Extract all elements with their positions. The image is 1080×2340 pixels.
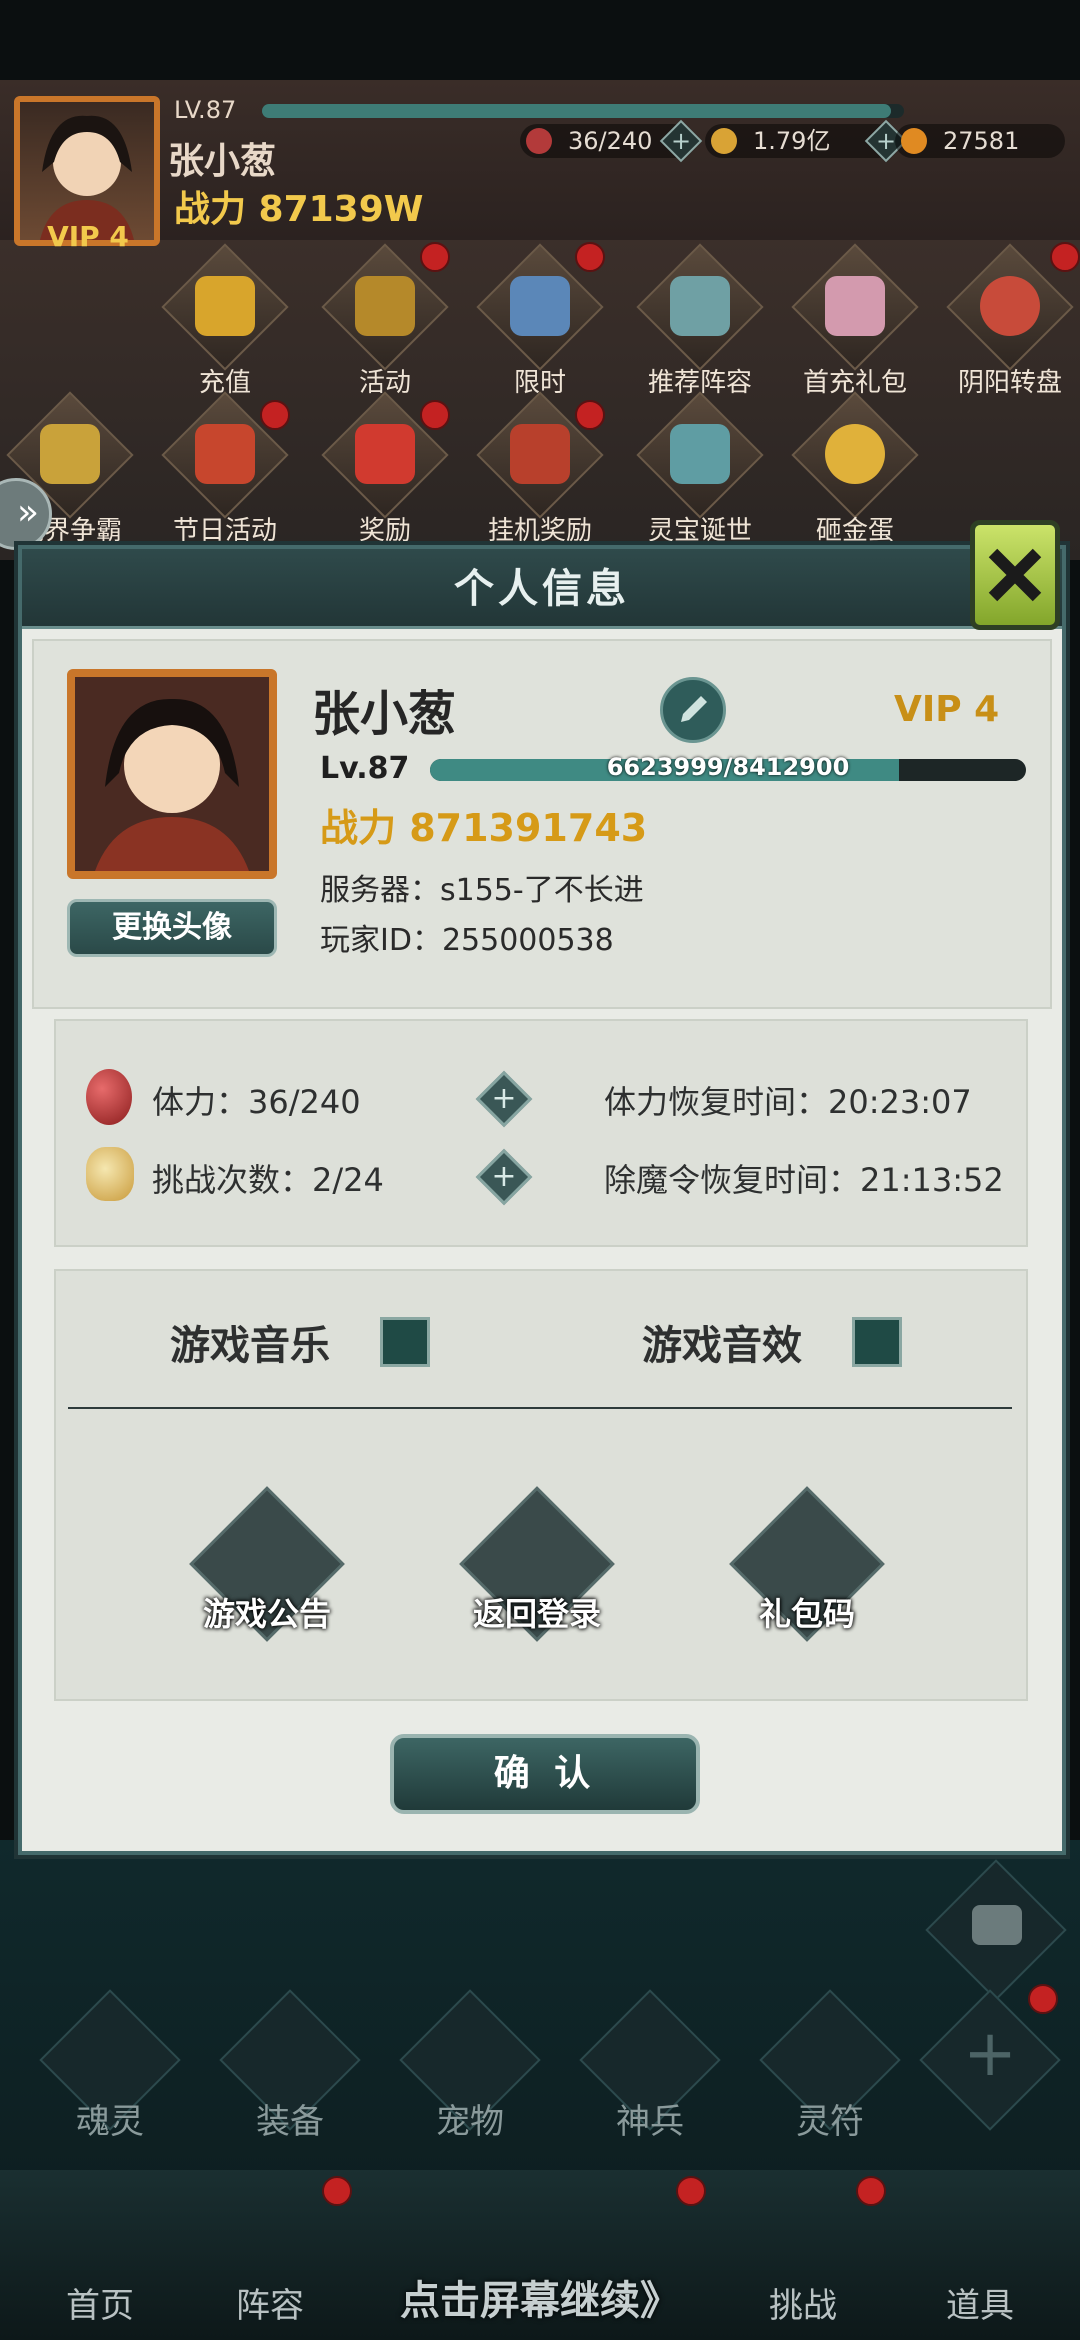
activity-first-charge[interactable]: 首充礼包	[791, 243, 919, 412]
activity-label: 灵宝诞世	[647, 516, 752, 546]
notification-dot	[322, 2176, 352, 2206]
profile-player-id: 玩家ID：255000538	[320, 923, 614, 958]
tap-to-continue-hint[interactable]: 点击屏幕继续》	[0, 2268, 1080, 2326]
gold-resource: 1.79亿 +	[705, 119, 908, 163]
sfx-label: 游戏音效	[642, 1323, 802, 1369]
stamina-section	[54, 1019, 1028, 1247]
sfx-toggle[interactable]	[852, 1317, 902, 1367]
confirm-button[interactable]: 确 认	[390, 1734, 700, 1814]
nav-equipment-label: 装备	[256, 2102, 324, 2142]
profile-server: 服务器：s155-了不长进	[320, 873, 644, 908]
stamina-recover-time: 体力恢复时间：20:23:07	[604, 1083, 972, 1121]
activity-rewards[interactable]: 奖励	[321, 391, 450, 560]
notification-dot	[260, 400, 290, 430]
token-recover-time: 除魔令恢复时间：21:13:52	[604, 1161, 1004, 1199]
activity-festival[interactable]: 节日活动	[161, 391, 290, 560]
close-icon	[988, 548, 1042, 602]
gold-coin-icon	[711, 128, 737, 154]
notification-dot	[420, 400, 450, 430]
activity-spirit-treasure[interactable]: 灵宝诞世	[636, 391, 764, 560]
change-avatar-button[interactable]: 更换头像	[67, 899, 277, 957]
notification-dot	[856, 2176, 886, 2206]
notification-dot	[420, 242, 450, 272]
profile-power: 战力 871391743	[320, 806, 648, 850]
return-login-label: 返回登录	[472, 1595, 601, 1633]
music-toggle[interactable]	[380, 1317, 430, 1367]
ingot-icon	[901, 128, 927, 154]
stamina-count: 体力：36/240	[152, 1083, 361, 1121]
activity-limited[interactable]: 限时	[476, 242, 605, 412]
header-player-name: 张小葱	[168, 141, 277, 182]
divider	[68, 1407, 1012, 1409]
activity-recommend-lineup[interactable]: 推荐阵容	[636, 243, 764, 412]
activity-label: 阴阳转盘	[957, 368, 1062, 398]
stamina-orb-icon	[86, 1069, 132, 1125]
gift-code-label: 礼包码	[758, 1595, 855, 1633]
activity-label: 砸金蛋	[815, 516, 894, 546]
music-label: 游戏音乐	[170, 1323, 330, 1369]
personal-info-dialog: 个人信息 更换头像 张小葱 VIP 4 Lv.87 6623999/841290…	[18, 545, 1066, 1855]
activity-events[interactable]: 活动	[321, 242, 450, 412]
nav-talisman-label: 灵符	[796, 2102, 864, 2142]
activity-wheel[interactable]: 阴阳转盘	[946, 242, 1080, 412]
profile-level: Lv.87	[320, 751, 410, 786]
stamina-value: 36/240	[568, 127, 653, 155]
header-vip-badge: VIP 4	[47, 220, 129, 253]
pencil-icon	[681, 696, 707, 722]
activity-label: 节日活动	[172, 516, 277, 546]
notification-dot	[676, 2176, 706, 2206]
gem-resource: 27581	[895, 124, 1065, 158]
nav-soul-label: 魂灵	[76, 2102, 144, 2142]
challenge-count: 挑战次数：2/24	[152, 1161, 384, 1199]
chat-bubble-icon	[972, 1905, 1022, 1945]
gem-value: 27581	[943, 127, 1020, 155]
activity-idle-rewards[interactable]: 挂机奖励	[476, 391, 605, 560]
header-exp-bar	[262, 104, 904, 118]
close-dialog-button[interactable]	[970, 520, 1060, 630]
activity-recharge[interactable]: 充值	[161, 243, 289, 412]
stamina-resource: 36/240 +	[520, 119, 703, 163]
stamina-orb-icon	[526, 128, 552, 154]
header-level: LV.87	[174, 96, 237, 124]
profile-player-name: 张小葱	[312, 686, 457, 742]
game-notice-label: 游戏公告	[202, 1595, 331, 1633]
activity-label: 奖励	[358, 516, 411, 546]
nav-weapon-label: 神兵	[616, 2102, 684, 2142]
notification-dot	[1050, 242, 1080, 272]
notification-dot	[575, 400, 605, 430]
profile-exp-text: 6623999/8412900	[606, 753, 850, 781]
nav-pet-label: 宠物	[436, 2102, 504, 2142]
gold-value: 1.79亿	[753, 127, 831, 155]
activity-label: 挂机奖励	[487, 516, 592, 546]
notification-dot	[1028, 1984, 1058, 2014]
profile-vip: VIP 4	[894, 689, 1000, 730]
header-power: 战力 87139W	[174, 189, 424, 230]
plus-icon: +	[963, 2017, 1017, 2091]
challenge-token-icon	[86, 1147, 134, 1201]
profile-avatar[interactable]	[67, 669, 277, 879]
activity-golden-egg[interactable]: 砸金蛋	[791, 391, 919, 560]
edit-name-button[interactable]	[660, 677, 726, 743]
notification-dot	[575, 242, 605, 272]
dialog-title: 个人信息	[454, 566, 630, 612]
